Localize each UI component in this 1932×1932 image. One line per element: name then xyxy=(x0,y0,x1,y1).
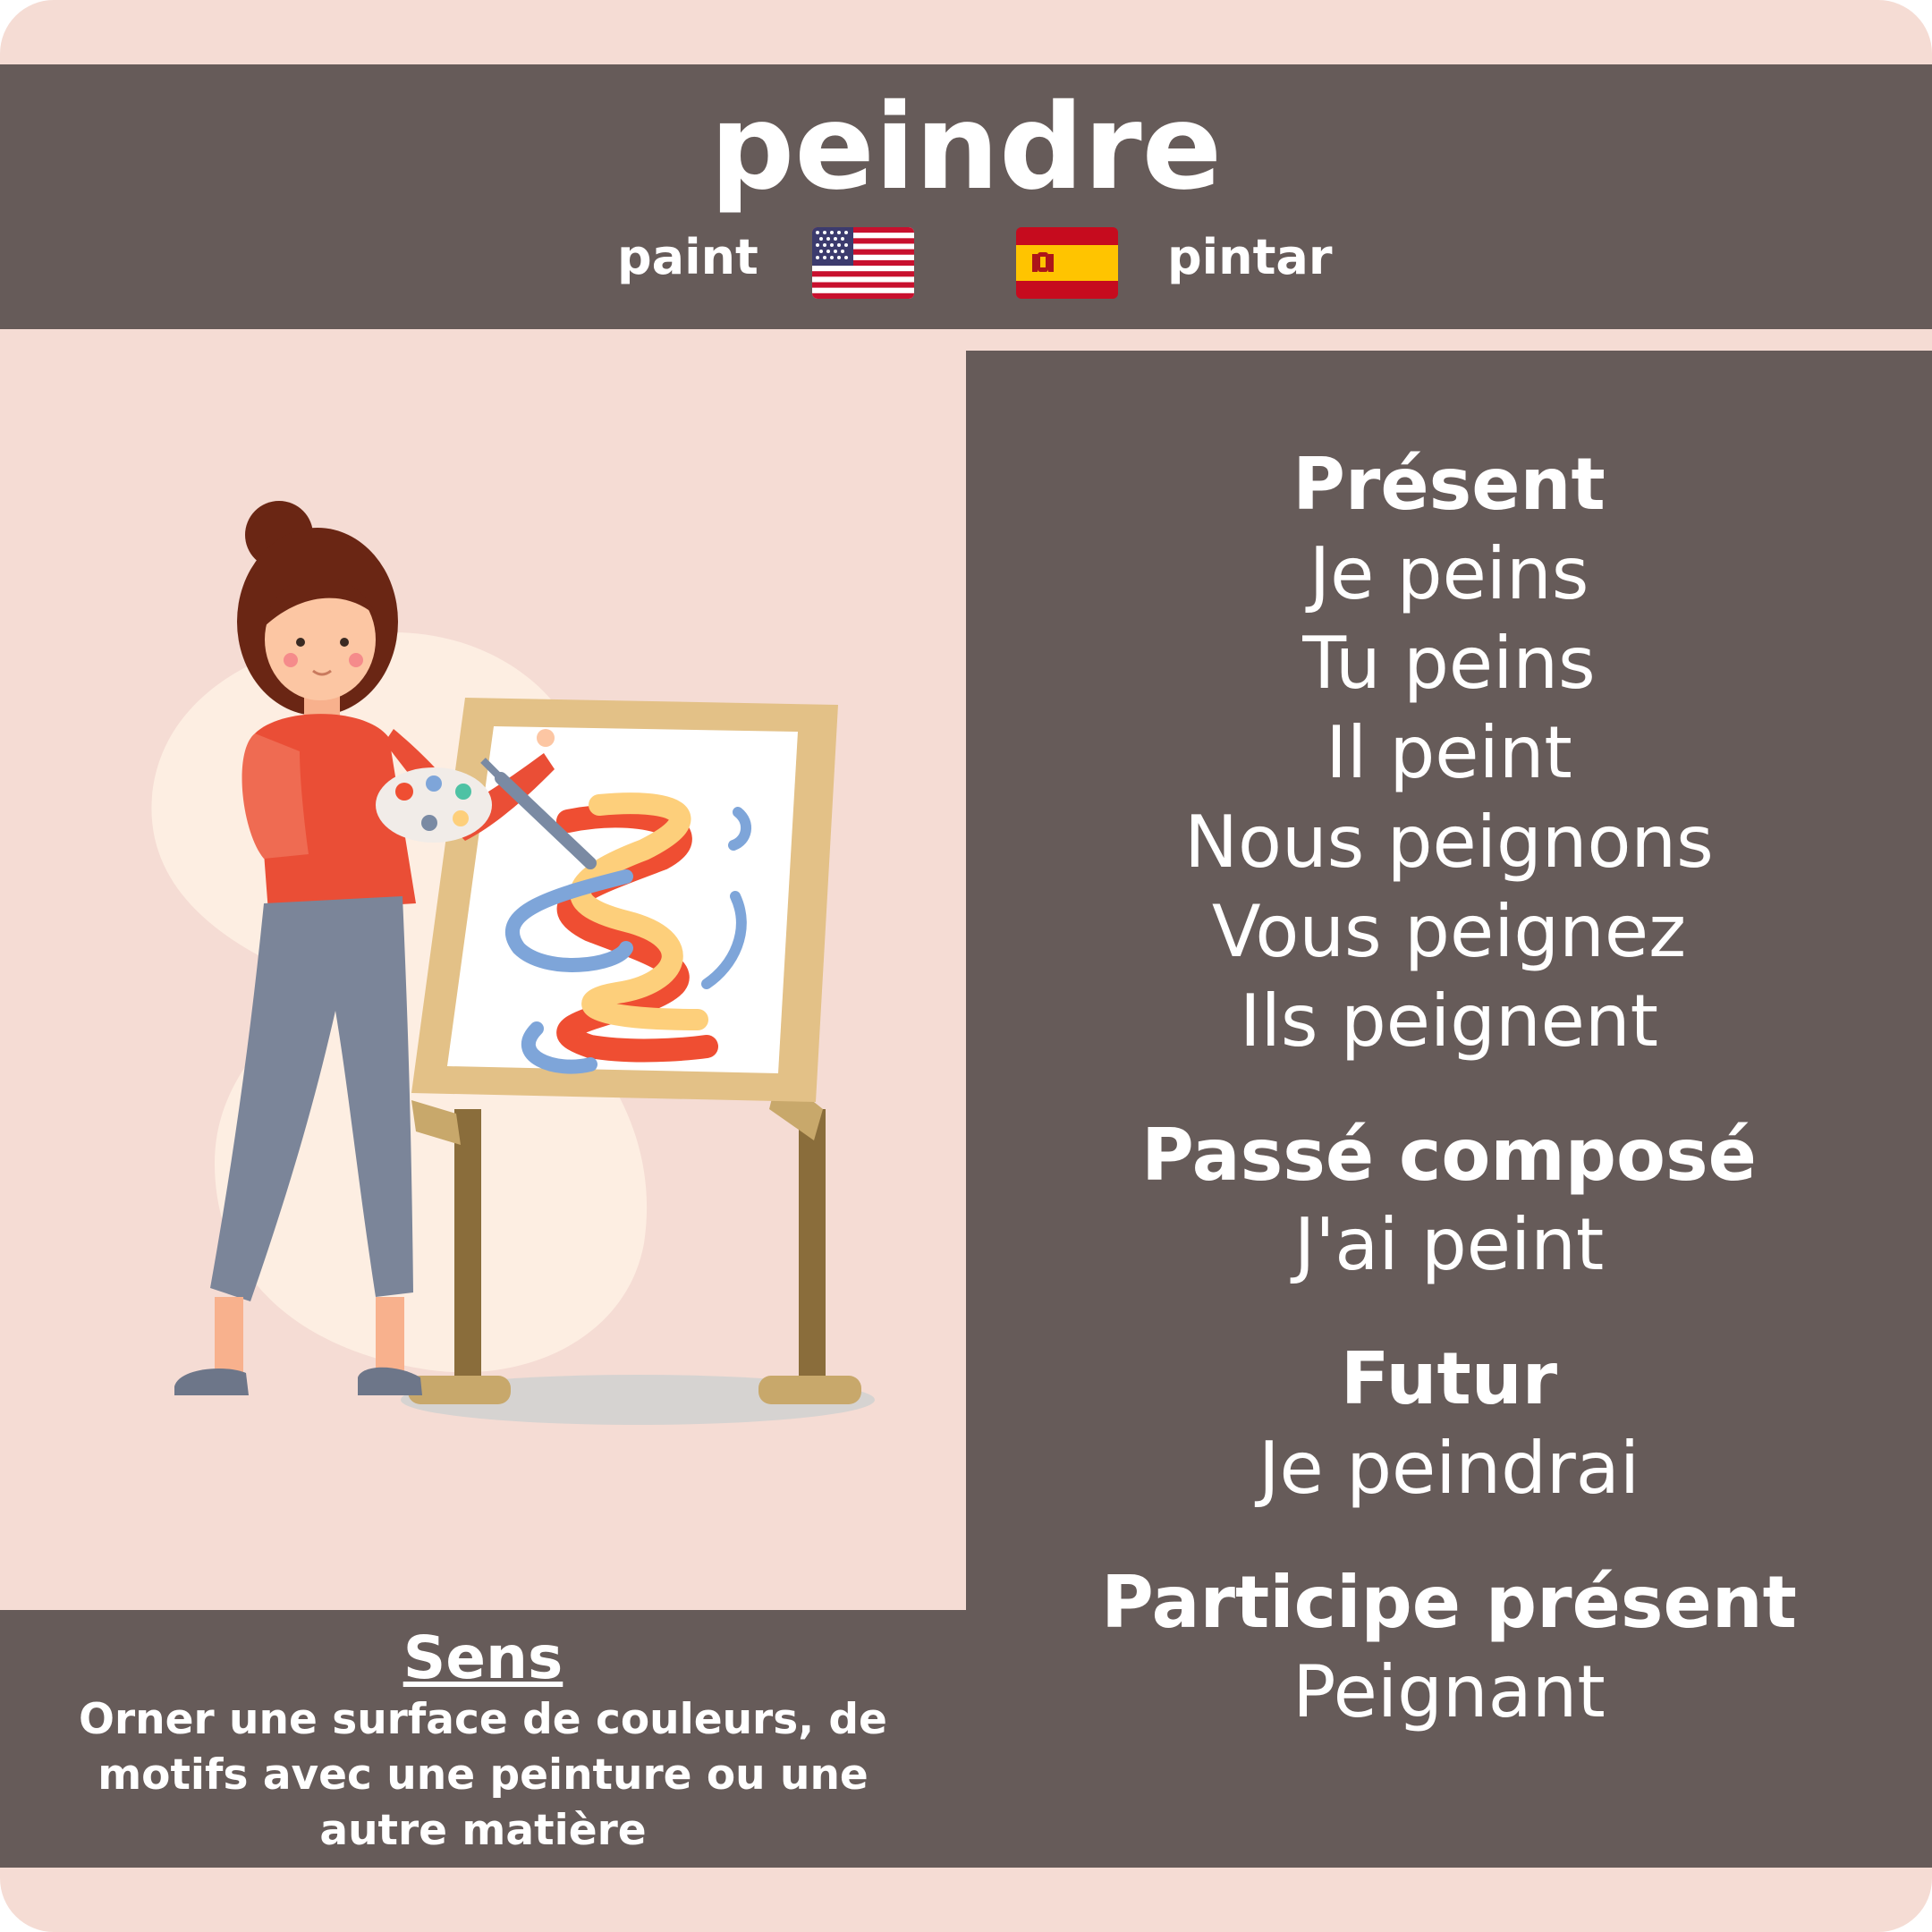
sens-title: Sens xyxy=(402,1623,564,1692)
sens-line: motifs avec une peinture ou une xyxy=(97,1750,869,1800)
spanish-translation: pintar xyxy=(1167,229,1333,285)
verb-card: peindre paint pintar Présent Je peins Tu… xyxy=(0,0,1932,1932)
sens-line: Orner une surface de couleurs, de xyxy=(79,1695,887,1744)
sens-definition: Orner une surface de couleurs, de motifs… xyxy=(27,1692,939,1859)
conj-form: J'ai peint xyxy=(1293,1203,1605,1286)
conj-form: Peignant xyxy=(1292,1650,1606,1733)
conjugation-list: Présent Je peins Tu peins Il peint Nous … xyxy=(966,440,1932,1737)
conj-form: Je peindrai xyxy=(1258,1427,1640,1510)
us-flag-icon xyxy=(812,227,914,299)
tense-title-present: Présent xyxy=(1292,443,1606,526)
verb-title: peindre xyxy=(709,79,1223,216)
conj-form: Tu peins xyxy=(1302,622,1596,705)
spain-flag-icon xyxy=(1016,227,1118,299)
tense-title-passe-compose: Passé composé xyxy=(1141,1114,1757,1197)
conj-form: Ils peignent xyxy=(1240,979,1658,1063)
conj-form: Je peins xyxy=(1309,532,1589,615)
woman-painting-at-easel-illustration xyxy=(89,483,894,1449)
tense-title-futur: Futur xyxy=(1340,1337,1558,1420)
english-translation: paint xyxy=(617,229,758,285)
conj-form: Il peint xyxy=(1326,711,1572,794)
conj-form: Vous peignez xyxy=(1211,890,1687,973)
tense-title-participe-present: Participe présent xyxy=(1101,1561,1797,1644)
conj-form: Nous peignons xyxy=(1184,801,1714,884)
sens-line: autre matière xyxy=(319,1806,647,1855)
